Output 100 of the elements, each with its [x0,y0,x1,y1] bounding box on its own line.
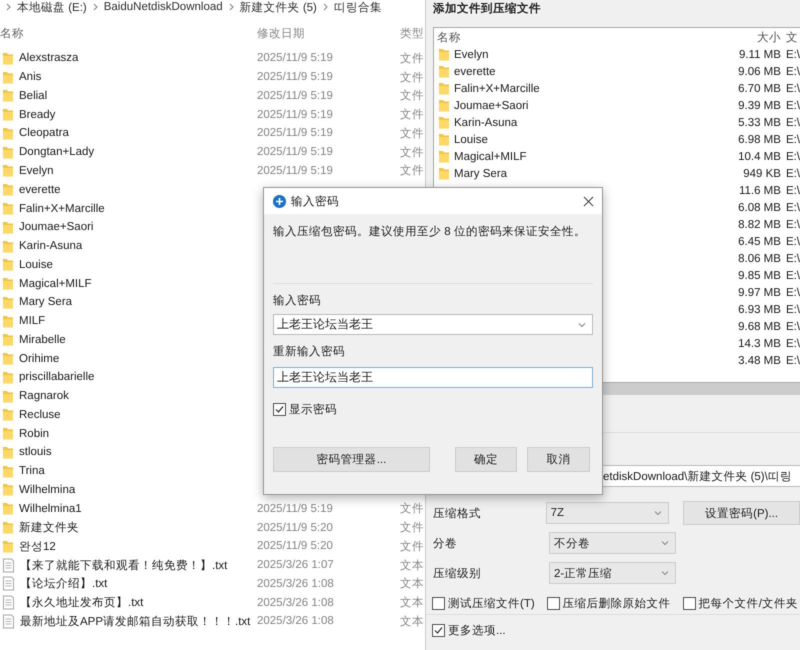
file-name[interactable]: Evelyn [19,164,54,177]
checkbox[interactable] [432,624,445,637]
breadcrumb-item[interactable]: 本地磁盘 (E:) [17,0,87,14]
file-name[interactable]: Anis [19,71,42,84]
file-name[interactable]: Karin-Asuna [454,116,518,128]
folder-icon [2,482,14,498]
file-name[interactable]: Orihime [19,352,60,365]
column-header[interactable]: 名称 [0,26,24,40]
file-path: E:\ [786,218,800,230]
caret-icon [661,540,669,546]
cancel-button[interactable]: 取消 [527,447,590,472]
file-name[interactable]: Magical+MILF [19,278,92,290]
file-size: 8.06 MB [738,252,781,264]
file-name[interactable]: Recluse [19,408,61,421]
password-combobox[interactable]: 上老王论坛当老王 [273,314,593,335]
breadcrumb-item[interactable]: 新建文件夹 (5) [240,0,317,14]
file-type: 文件 [400,165,424,178]
close-icon[interactable] [583,196,594,206]
checkbox[interactable] [546,596,560,610]
file-name[interactable]: Joumae+Saori [19,221,94,234]
column-header[interactable]: 修改日期 [257,28,305,40]
folder-icon [2,407,14,422]
file-name[interactable]: Mary Sera [19,296,72,308]
dropdown[interactable]: 2-正常压缩 [549,562,676,584]
dropdown[interactable]: 7Z [546,502,670,524]
file-name[interactable]: Karin-Asuna [19,240,82,252]
set-password-button[interactable]: 设置密码(P)... [683,501,800,525]
file-name[interactable]: 【永久地址发布页】.txt [20,595,144,610]
column-header[interactable]: 名称 [437,30,461,44]
file-name[interactable]: Louise [454,134,488,146]
file-name[interactable]: MILF [19,315,46,328]
file-name[interactable]: Evelyn [454,48,489,60]
file-name[interactable]: Cleopatra [19,127,69,140]
password-manager-button[interactable]: 密码管理器... [273,447,430,472]
modified-date: 2025/11/9 5:19 [257,108,333,121]
dropdown[interactable]: 不分卷 [549,532,676,554]
file-size: 9.85 MB [738,270,781,282]
file-name[interactable]: Louise [19,258,53,271]
dialog-message: 输入压缩包密码。建议使用至少 8 位的密码来保证安全性。 [273,224,587,240]
file-name[interactable]: Magical+MILF [454,150,527,162]
file-name[interactable]: Falin+X+Marcille [19,202,105,214]
folder-icon [2,501,14,516]
file-name[interactable]: Wilhelmina1 [19,502,82,515]
file-name[interactable]: Trina [19,465,45,478]
checkbox-label[interactable]: 显示密码 [289,402,337,417]
file-name[interactable]: 완성12 [19,538,56,554]
breadcrumb-item[interactable]: BaiduNetdiskDownload [104,1,223,13]
option-label[interactable]: 更多选项... [448,623,506,638]
folder-icon [2,370,14,385]
file-name[interactable]: priscillabarielle [19,371,94,384]
folder-icon [2,351,14,366]
file-name[interactable]: 【来了就能下载和观看！纯免费！】.txt [20,558,228,573]
file-name[interactable]: everette [454,66,496,78]
file-name[interactable]: Mary Sera [454,168,508,180]
column-header[interactable]: 大小 [757,32,781,44]
file-size: 3.48 MB [738,354,781,366]
file-name[interactable]: Belial [19,90,48,102]
column-header[interactable]: 类型 [400,28,424,40]
file-name[interactable]: Wilhelmina [19,484,76,496]
option-label[interactable]: 测试压缩文件(T) [448,596,535,610]
folder-icon [2,70,14,85]
option-label[interactable]: 压缩后删除原始文件 [562,596,671,610]
file-path: E:\ [786,184,800,196]
file-name[interactable]: Ragnarok [19,390,69,402]
password-field[interactable]: 上老王论坛当老王 [273,367,593,388]
file-name[interactable]: Bready [19,108,56,121]
column-header[interactable]: 文 [786,32,798,44]
breadcrumb-item[interactable]: 띠링合集 [334,0,382,14]
file-name[interactable]: everette [19,184,61,196]
file-type: 文件 [400,90,424,102]
checkbox[interactable] [273,403,286,416]
file-path: E:\ [786,338,800,350]
file-name[interactable]: Falin+X+Marcille [454,82,540,94]
ok-button[interactable]: 确定 [455,447,517,472]
file-name[interactable]: 【论坛介绍】.txt [20,576,108,592]
folder-icon [2,388,14,404]
caret-icon [578,322,586,328]
file-name[interactable]: Mirabelle [19,334,66,346]
checkbox[interactable] [682,596,696,610]
checkbox[interactable] [432,596,445,610]
file-name[interactable]: Alexstrasza [19,52,78,64]
file-name[interactable]: 新建文件夹 [19,520,79,536]
file-name[interactable]: Joumae+Saori [454,100,528,112]
modified-date: 2025/3/26 1:08 [257,615,334,628]
chevron-icon [6,3,11,11]
folder-icon [438,149,450,164]
file-type: 文本 [400,616,424,628]
modified-date: 2025/3/26 1:08 [257,596,334,609]
modified-date: 2025/11/9 5:19 [257,127,333,140]
file-size: 9.97 MB [738,286,781,298]
modified-date: 2025/11/9 5:19 [257,71,333,84]
file-type: 文件 [400,503,424,516]
file-type: 文件 [400,128,424,140]
file-name[interactable]: Robin [19,428,50,440]
file-name[interactable]: stlouis [19,446,52,458]
option-label[interactable]: 把每个文件/文件夹 [698,596,798,610]
folder-icon [2,294,14,310]
file-name[interactable]: Dongtan+Lady [19,146,94,158]
modified-date: 2025/11/9 5:20 [257,522,333,534]
file-name[interactable]: 最新地址及APP请发邮箱自动获取！！！.txt [20,614,250,629]
